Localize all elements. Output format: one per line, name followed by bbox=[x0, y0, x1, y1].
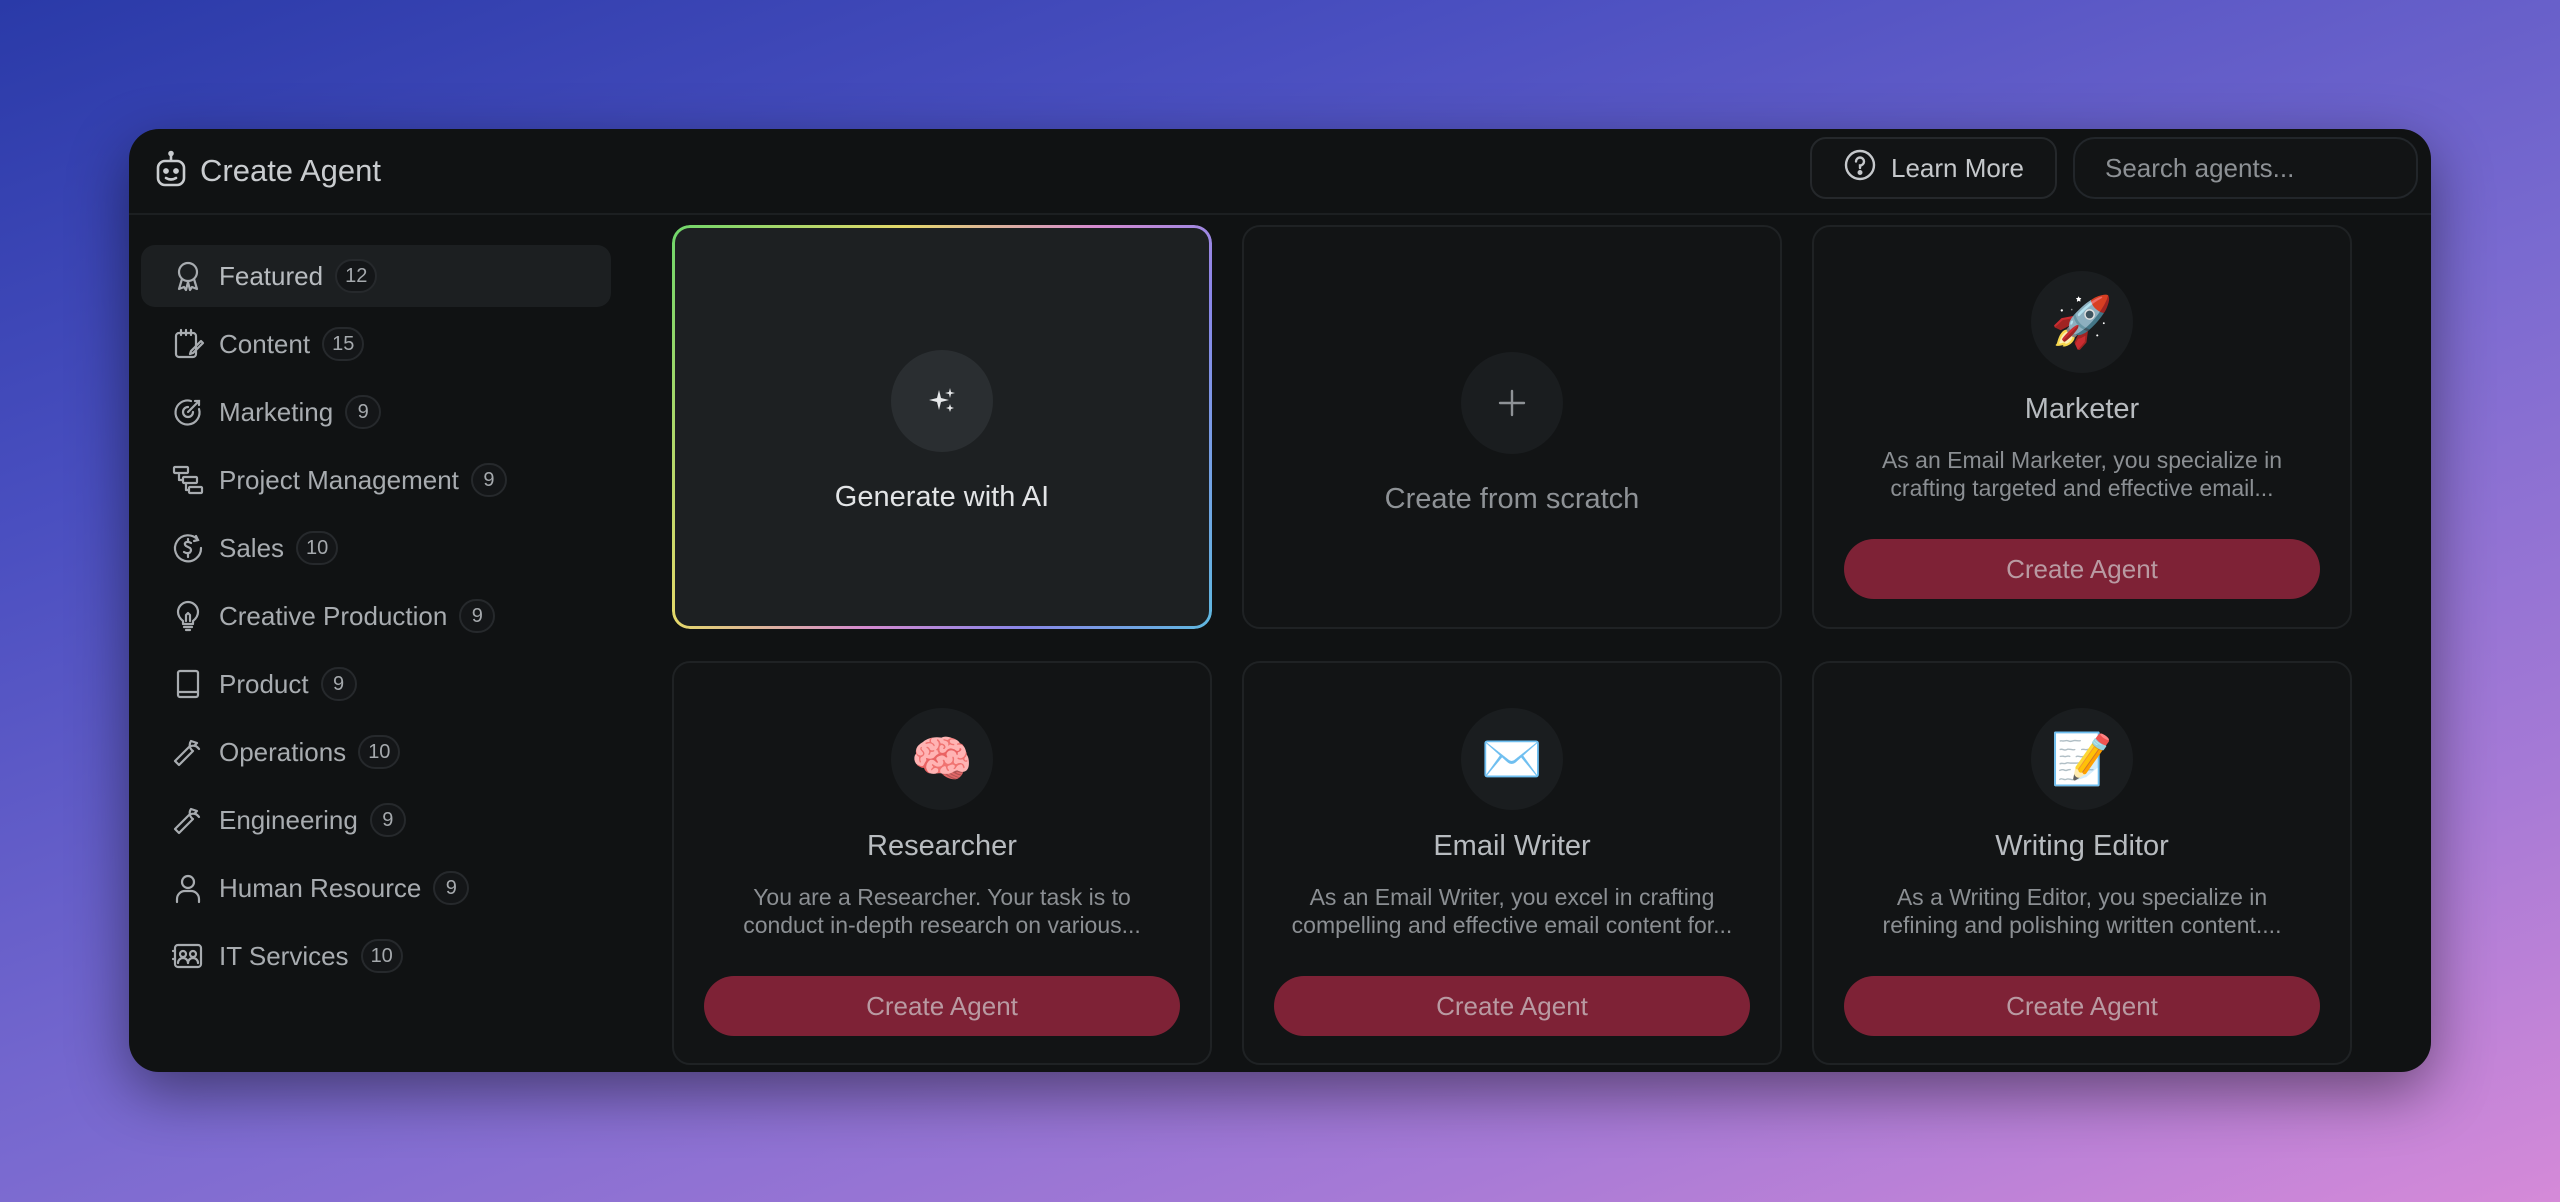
robot-icon bbox=[149, 149, 193, 193]
agent-emoji: 🧠 bbox=[910, 731, 974, 787]
agent-description: As a Writing Editor, you specialize in r… bbox=[1854, 883, 2310, 939]
category-label: Creative Production bbox=[219, 600, 448, 631]
search-input[interactable] bbox=[2073, 137, 2418, 199]
category-label: Engineering bbox=[219, 804, 358, 835]
category-label: Content bbox=[219, 328, 311, 359]
category-label: Featured bbox=[219, 260, 324, 291]
category-featured[interactable]: Featured 12 bbox=[141, 245, 611, 307]
agent-card-email-writer: ✉️ Email Writer As an Email Writer, you … bbox=[1242, 661, 1782, 1065]
create-agent-button[interactable]: Create Agent bbox=[1844, 976, 2320, 1036]
envelope-icon: ✉️ bbox=[1461, 708, 1563, 810]
create-agent-button[interactable]: Create Agent bbox=[1274, 976, 1750, 1036]
agent-emoji: 📝 bbox=[2050, 731, 2114, 787]
user-icon bbox=[171, 871, 205, 905]
agent-name: Writing Editor bbox=[1995, 830, 2169, 862]
hierarchy-icon bbox=[171, 463, 205, 497]
category-count-badge: 9 bbox=[459, 599, 496, 633]
category-sales[interactable]: Sales 10 bbox=[141, 517, 611, 579]
agent-emoji: ✉️ bbox=[1480, 731, 1544, 787]
category-count-badge: 12 bbox=[335, 259, 378, 293]
learn-more-label: Learn More bbox=[1891, 152, 2024, 183]
category-count-badge: 10 bbox=[358, 735, 401, 769]
category-count-badge: 9 bbox=[320, 667, 357, 701]
contacts-icon bbox=[171, 939, 205, 973]
generate-with-ai-card[interactable]: Generate with AI bbox=[672, 225, 1212, 629]
category-count-badge: 9 bbox=[470, 463, 507, 497]
agent-description-line: You are a Researcher. Your task is to bbox=[753, 884, 1131, 910]
category-label: Marketing bbox=[219, 396, 334, 427]
agent-description: You are a Researcher. Your task is to co… bbox=[714, 883, 1170, 939]
learn-more-button[interactable]: Learn More bbox=[1810, 137, 2057, 199]
category-content[interactable]: Content 15 bbox=[141, 313, 611, 375]
rocket-icon: 🚀 bbox=[2031, 271, 2133, 373]
lightbulb-icon bbox=[171, 599, 205, 633]
category-label: Human Resource bbox=[219, 872, 422, 903]
agent-card-writing-editor: 📝 Writing Editor As a Writing Editor, yo… bbox=[1812, 661, 2352, 1065]
category-label: Product bbox=[219, 668, 309, 699]
category-count-badge: 10 bbox=[296, 531, 339, 565]
category-count-badge: 9 bbox=[433, 871, 470, 905]
brain-icon: 🧠 bbox=[891, 708, 993, 810]
category-label: Sales bbox=[219, 532, 285, 563]
agent-emoji: 🚀 bbox=[2050, 294, 2114, 350]
category-sidebar: Featured 12 Content 15 Marketing 9 Proje… bbox=[141, 245, 611, 993]
notepad-icon bbox=[171, 327, 205, 361]
agent-description-line: As an Email Writer, you excel in craftin… bbox=[1309, 884, 1715, 910]
category-count-badge: 10 bbox=[360, 939, 403, 973]
create-agent-button[interactable]: Create Agent bbox=[1844, 539, 2320, 599]
agent-name: Email Writer bbox=[1433, 830, 1591, 862]
agent-name: Marketer bbox=[2024, 393, 2140, 425]
create-from-scratch-label: Create from scratch bbox=[1384, 483, 1640, 515]
category-count-badge: 9 bbox=[369, 803, 406, 837]
wrench-icon bbox=[171, 803, 205, 837]
category-human-resource[interactable]: Human Resource 9 bbox=[141, 857, 611, 919]
plus-icon bbox=[1461, 352, 1563, 454]
generate-with-ai-label: Generate with AI bbox=[834, 481, 1050, 513]
title-bar: Create Agent Learn More bbox=[129, 129, 2431, 215]
agent-description-line: crafting targeted and effective email... bbox=[1890, 475, 2274, 501]
category-operations[interactable]: Operations 10 bbox=[141, 721, 611, 783]
agent-name: Researcher bbox=[867, 830, 1017, 862]
category-marketing[interactable]: Marketing 9 bbox=[141, 381, 611, 443]
create-agent-window: Create Agent Learn More Featured 12 bbox=[129, 129, 2431, 1072]
category-creative-production[interactable]: Creative Production 9 bbox=[141, 585, 611, 647]
book-icon bbox=[171, 667, 205, 701]
create-agent-button[interactable]: Create Agent bbox=[704, 976, 1180, 1036]
wrench-icon bbox=[171, 735, 205, 769]
memo-icon: 📝 bbox=[2031, 708, 2133, 810]
category-count-badge: 15 bbox=[322, 327, 365, 361]
agent-description: As an Email Marketer, you specialize in … bbox=[1854, 446, 2310, 502]
agent-description-line: As an Email Marketer, you specialize in bbox=[1881, 447, 2283, 473]
window-title: Create Agent bbox=[200, 153, 381, 188]
category-product[interactable]: Product 9 bbox=[141, 653, 611, 715]
category-project-management[interactable]: Project Management 9 bbox=[141, 449, 611, 511]
agent-card-marketer: 🚀 Marketer As an Email Marketer, you spe… bbox=[1812, 225, 2352, 629]
agent-description-line: conduct in-depth research on various... bbox=[743, 912, 1141, 938]
create-from-scratch-card[interactable]: Create from scratch bbox=[1242, 225, 1782, 629]
agent-card-researcher: 🧠 Researcher You are a Researcher. Your … bbox=[672, 661, 1212, 1065]
category-it-services[interactable]: IT Services 10 bbox=[141, 925, 611, 987]
category-label: Project Management bbox=[219, 464, 459, 495]
agent-description: As an Email Writer, you excel in craftin… bbox=[1284, 883, 1740, 939]
category-label: IT Services bbox=[219, 940, 349, 971]
agent-description-line: As a Writing Editor, you specialize in bbox=[1896, 884, 2268, 910]
category-label: Operations bbox=[219, 736, 347, 767]
target-icon bbox=[171, 395, 205, 429]
sparkles-icon bbox=[891, 350, 993, 452]
category-engineering[interactable]: Engineering 9 bbox=[141, 789, 611, 851]
category-count-badge: 9 bbox=[345, 395, 382, 429]
agent-description-line: refining and polishing written content..… bbox=[1882, 912, 2282, 938]
agent-description-line: compelling and effective email content f… bbox=[1291, 912, 1733, 938]
help-circle-icon bbox=[1843, 148, 1877, 189]
award-icon bbox=[171, 259, 205, 293]
dollar-icon bbox=[171, 531, 205, 565]
